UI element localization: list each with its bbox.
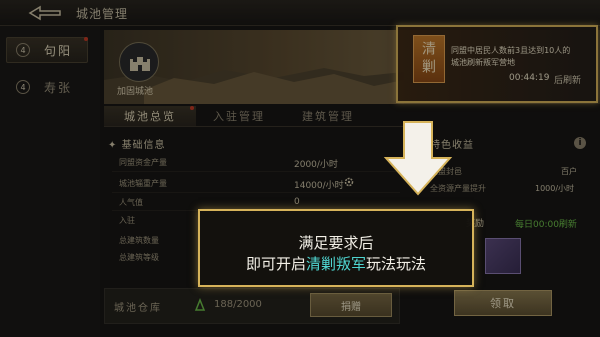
- fortify-city-label: 加固城池: [117, 87, 154, 97]
- income-value: 百户: [561, 167, 577, 176]
- sidebar-item-label: 寿张: [44, 80, 73, 95]
- page-title: 城池管理: [76, 7, 129, 21]
- income-value: 1000/小时: [535, 184, 575, 193]
- tab-city-overview[interactable]: 城池总览: [104, 106, 196, 126]
- stat-label: 城池辎重产量: [119, 179, 167, 188]
- warehouse-value: 188/2000: [214, 299, 262, 310]
- resource-icon: [194, 298, 206, 311]
- fortify-city-icon[interactable]: [119, 42, 159, 82]
- claim-button[interactable]: 领取: [454, 290, 552, 316]
- tab-divider: [104, 126, 404, 127]
- stat-label: 同盟资金产量: [119, 158, 167, 167]
- stat-label: 入驻: [119, 216, 135, 225]
- stat-value: 2000/小时: [294, 160, 338, 170]
- tab-garrison-management[interactable]: 入驻管理: [196, 106, 282, 126]
- city-level-badge: 4: [16, 43, 30, 57]
- gear-icon[interactable]: [344, 177, 354, 187]
- stat-value: 0: [294, 197, 300, 207]
- notification-dot: [84, 37, 88, 41]
- sidebar-item-city-1[interactable]: 4 句阳: [6, 37, 88, 63]
- reward-refresh-time: 每日00:00刷新: [515, 220, 577, 230]
- notice-text: 城池刷新叛军营地: [451, 58, 515, 67]
- donate-button[interactable]: 捐赠: [310, 293, 392, 317]
- sidebar: [0, 26, 100, 337]
- tab-building-management[interactable]: 建筑管理: [282, 106, 374, 126]
- stat-label: 人气值: [119, 198, 143, 207]
- divider: [112, 171, 400, 172]
- stat-label: 总建筑数量: [119, 236, 159, 245]
- notice-text: 同盟中居民人数前3且达到10人的: [451, 46, 571, 55]
- highlight-text: 清剿叛军: [305, 255, 366, 273]
- sidebar-item-city-2[interactable]: 4 寿张: [6, 74, 88, 100]
- guide-arrow-icon: [383, 121, 453, 196]
- suppress-badge: 清剿: [413, 35, 445, 83]
- notification-dot: [190, 106, 194, 110]
- refresh-label: 后刷新: [554, 76, 582, 86]
- stat-value: 14000/小时: [294, 181, 344, 191]
- city-level-badge: 4: [16, 80, 30, 94]
- divider: [112, 192, 400, 193]
- info-icon[interactable]: i: [574, 137, 586, 149]
- back-arrow-icon[interactable]: [28, 5, 64, 21]
- stat-label: 总建筑等级: [119, 253, 159, 262]
- sidebar-item-label: 句阳: [44, 43, 73, 58]
- refresh-timer: 00:44:19: [509, 73, 550, 83]
- basic-info-heading: ✦ 基础信息: [108, 140, 166, 151]
- prompt-text: 满足要求后: [298, 234, 374, 252]
- prompt-text: 即可开启清剿叛军玩法玩法: [245, 255, 427, 273]
- reward-item-icon[interactable]: [485, 238, 521, 274]
- warehouse-label: 城池仓库: [114, 303, 162, 314]
